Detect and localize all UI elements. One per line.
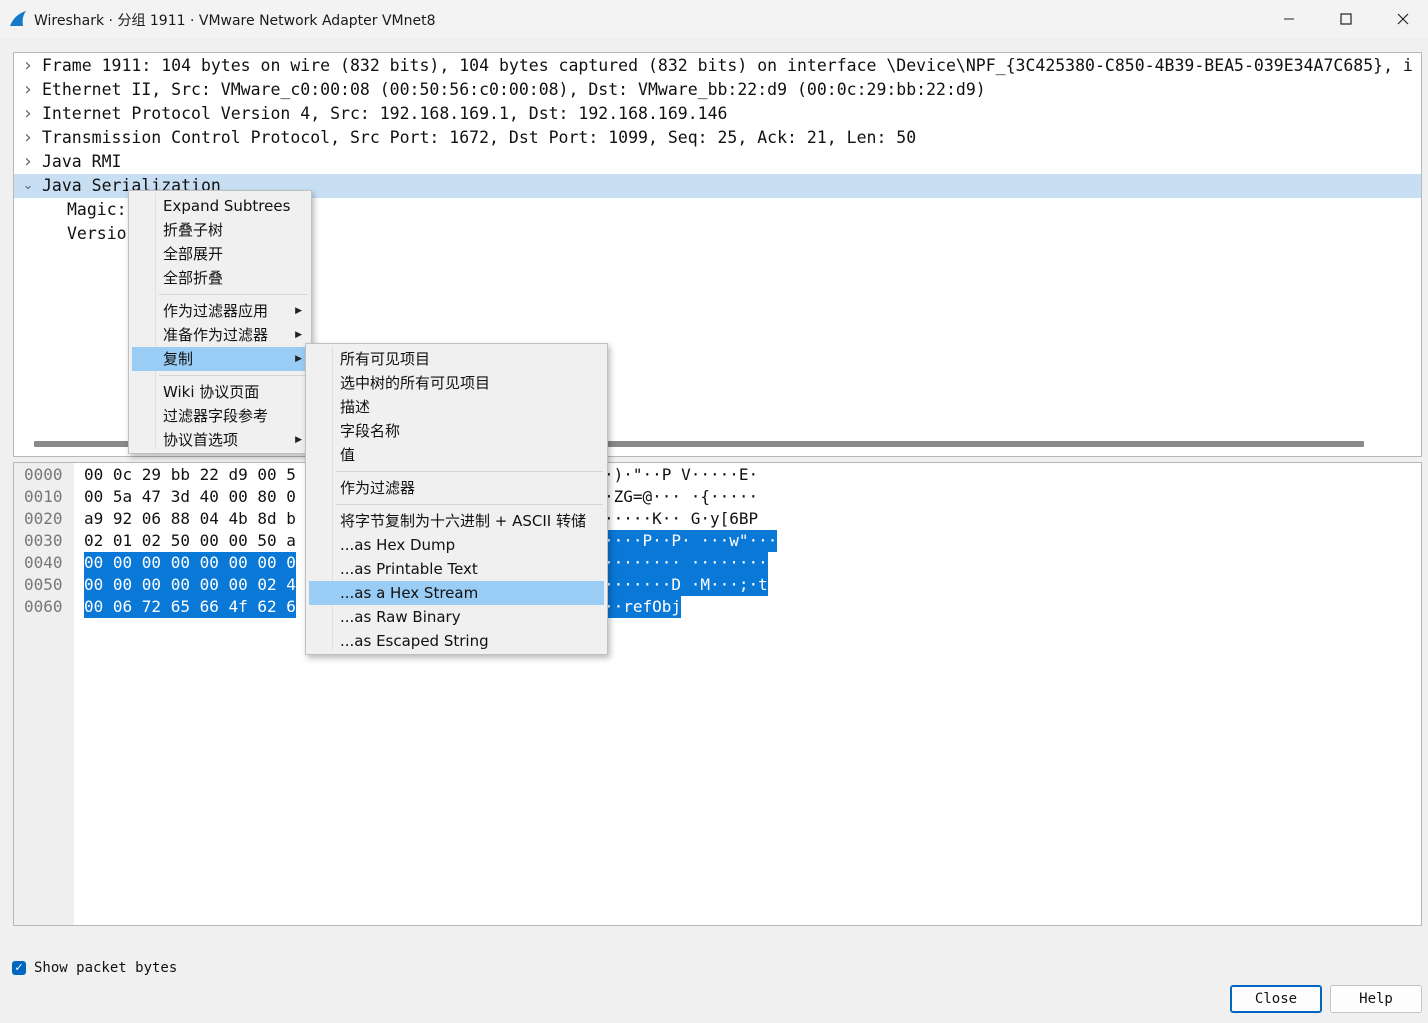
menu-item-as-printable-text[interactable]: ...as Printable Text: [309, 557, 604, 581]
hex-bytes[interactable]: 00 00 00 00 00 00 00 0: [84, 552, 296, 574]
hex-bytes[interactable]: 02 01 02 50 00 00 50 a: [84, 530, 296, 552]
ascii-bytes[interactable]: ········ ········: [604, 552, 768, 574]
menu-item-item[interactable]: 所有可见项目: [309, 347, 604, 371]
context-menu: Expand Subtrees 折叠子树 全部展开 全部折叠作为过滤器应用 ▶ 准备作为过…: [128, 190, 312, 454]
byte-offset: 0000: [24, 465, 63, 484]
minimize-button[interactable]: [1260, 0, 1318, 38]
chevron-down-icon[interactable]: ⌄: [22, 174, 34, 198]
hex-bytes[interactable]: a9 92 06 88 04 4b 8d b: [84, 508, 296, 530]
menu-item-expand-subtrees[interactable]: Expand Subtrees: [132, 194, 308, 218]
ascii-bytes[interactable]: ·······D ·M···;·t: [604, 574, 768, 596]
chevron-right-icon[interactable]: ›: [22, 150, 34, 174]
maximize-icon: [1340, 13, 1352, 25]
tree-row-label: Ethernet II, Src: VMware_c0:00:08 (00:50…: [42, 80, 986, 99]
menu-separator: [336, 504, 603, 505]
byte-offset: 0050: [24, 575, 63, 594]
menu-item-as-a-hex-stream[interactable]: ...as a Hex Stream: [309, 581, 604, 605]
menu-item-item[interactable]: 作为过滤器应用 ▶: [132, 299, 308, 323]
menu-item-item[interactable]: 准备作为过滤器 ▶: [132, 323, 308, 347]
byte-offset: 0040: [24, 553, 63, 572]
byte-offset: 0030: [24, 531, 63, 550]
chevron-right-icon[interactable]: ›: [22, 102, 34, 126]
title-bar: Wireshark · 分组 1911 · VMware Network Ada…: [0, 0, 1428, 38]
minimize-icon: [1284, 18, 1294, 20]
menu-item-item[interactable]: 折叠子树: [132, 218, 308, 242]
menu-item-as-raw-binary[interactable]: ...as Raw Binary: [309, 605, 604, 629]
packet-bytes-pane[interactable]: 0000 00 0c 29 bb 22 d9 00 5 ·)·"··P V·····…: [13, 462, 1422, 926]
byte-offset: 0020: [24, 509, 63, 528]
tree-row[interactable]: › Ethernet II, Src: VMware_c0:00:08 (00:5…: [14, 78, 1421, 102]
menu-item-item[interactable]: 协议首选项 ▶: [132, 428, 308, 452]
close-window-button[interactable]: [1374, 0, 1428, 38]
checkmark-icon[interactable]: ✓: [12, 961, 26, 975]
close-button[interactable]: Close: [1230, 985, 1322, 1013]
menu-item-item[interactable]: 全部折叠: [132, 266, 308, 290]
submenu-arrow-icon: ▶: [295, 306, 302, 316]
tree-row[interactable]: › Frame 1911: 104 bytes on wire (832 bits…: [14, 54, 1421, 78]
chevron-right-icon[interactable]: ›: [22, 78, 34, 102]
show-packet-bytes-checkbox[interactable]: ✓ Show packet bytes: [12, 958, 177, 978]
ascii-bytes[interactable]: ····P··P· ···w"···: [604, 530, 778, 552]
hex-bytes[interactable]: 00 0c 29 bb 22 d9 00 5: [84, 464, 296, 486]
menu-item-item[interactable]: 字段名称: [309, 419, 604, 443]
byte-offset: 0010: [24, 487, 63, 506]
maximize-button[interactable]: [1317, 0, 1375, 38]
menu-item-item[interactable]: 作为过滤器: [309, 476, 604, 500]
help-button[interactable]: Help: [1330, 985, 1422, 1013]
menu-item-wiki[interactable]: Wiki 协议页面: [132, 380, 308, 404]
menu-item-item[interactable]: 描述: [309, 395, 604, 419]
menu-item-item[interactable]: 值: [309, 443, 604, 467]
tree-row-label: Transmission Control Protocol, Src Port:…: [42, 128, 917, 147]
window-title: Wireshark · 分组 1911 · VMware Network Ada…: [34, 13, 436, 29]
menu-separator: [159, 294, 307, 295]
hex-bytes[interactable]: 00 06 72 65 66 4f 62 6: [84, 596, 296, 618]
tree-row[interactable]: › Internet Protocol Version 4, Src: 192.1…: [14, 102, 1421, 126]
tree-row-label: Java RMI: [42, 152, 122, 171]
menu-item-ascii[interactable]: 将字节复制为十六进制 + ASCII 转储: [309, 509, 604, 533]
menu-item-as-escaped-string[interactable]: ...as Escaped String: [309, 629, 604, 653]
menu-item-item[interactable]: 复制 ▶: [132, 347, 308, 371]
wireshark-fin-icon: [10, 11, 26, 26]
tree-row-label: Internet Protocol Version 4, Src: 192.16…: [42, 104, 728, 123]
tree-row[interactable]: › Transmission Control Protocol, Src Port…: [14, 126, 1421, 150]
menu-separator: [336, 471, 603, 472]
byte-offset: 0060: [24, 597, 63, 616]
ascii-bytes[interactable]: ·ZG=@··· ·{·····: [604, 486, 758, 508]
menu-item-item[interactable]: 全部展开: [132, 242, 308, 266]
ascii-bytes[interactable]: ·····K·· G·y[6BP: [604, 508, 758, 530]
menu-item-item[interactable]: 过滤器字段参考: [132, 404, 308, 428]
tree-row[interactable]: › Java RMI: [14, 150, 1421, 174]
ascii-bytes[interactable]: ··refObj: [604, 596, 682, 618]
menu-item-item[interactable]: 选中树的所有可见项目: [309, 371, 604, 395]
hex-bytes[interactable]: 00 5a 47 3d 40 00 80 0: [84, 486, 296, 508]
close-icon: [1397, 13, 1409, 25]
submenu-arrow-icon: ▶: [295, 435, 302, 445]
copy-submenu: 所有可见项目 选中树的所有可见项目 描述 字段名称值作为过滤器将字节复制为十六进制 +…: [305, 343, 608, 655]
menu-separator: [159, 375, 307, 376]
chevron-right-icon[interactable]: ›: [22, 126, 34, 150]
menu-item-as-hex-dump[interactable]: ...as Hex Dump: [309, 533, 604, 557]
chevron-right-icon[interactable]: ›: [22, 54, 34, 78]
ascii-bytes[interactable]: ·)·"··P V·····E·: [604, 464, 758, 486]
submenu-arrow-icon: ▶: [295, 354, 302, 364]
submenu-arrow-icon: ▶: [295, 330, 302, 340]
hex-bytes[interactable]: 00 00 00 00 00 00 02 4: [84, 574, 296, 596]
tree-row-label: Frame 1911: 104 bytes on wire (832 bits)…: [42, 56, 1413, 75]
